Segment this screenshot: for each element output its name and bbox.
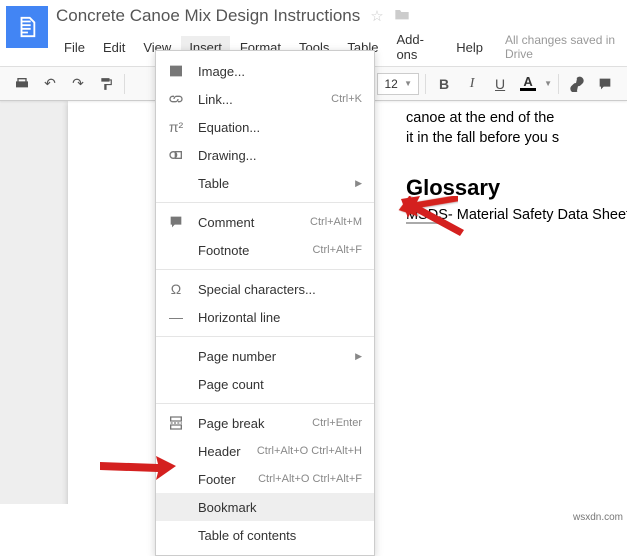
insert-image[interactable]: Image... [156, 57, 374, 85]
toolbar-separator [425, 74, 426, 94]
menu-label: Drawing... [198, 148, 362, 163]
insert-bookmark[interactable]: Bookmark [156, 493, 374, 521]
print-button[interactable] [10, 72, 34, 96]
omega-icon: Ω [166, 279, 186, 299]
paint-format-button[interactable] [94, 72, 118, 96]
glossary-term: MSDS [406, 207, 448, 223]
menu-label: Page number [198, 349, 347, 364]
italic-button[interactable]: I [460, 72, 484, 96]
menu-label: Header [198, 444, 249, 459]
toolbar-separator [124, 74, 125, 94]
menu-label: Equation... [198, 120, 362, 135]
insert-link-button[interactable] [565, 72, 589, 96]
menu-separator [156, 202, 374, 203]
link-icon [166, 89, 186, 109]
menu-label: Table [198, 176, 347, 191]
body-text-fragment: canoe at the end of the it in the fall b… [406, 100, 627, 149]
font-size-value: 12 [384, 77, 398, 91]
menu-shortcut: Ctrl+Alt+O Ctrl+Alt+H [257, 445, 362, 457]
watermark: wsxdn.com [573, 512, 623, 523]
folder-icon[interactable] [394, 7, 410, 25]
save-status: All changes saved in Drive [505, 33, 627, 61]
menu-shortcut: Ctrl+Alt+O Ctrl+Alt+F [258, 473, 362, 485]
menu-label: Table of contents [198, 528, 362, 543]
redo-button[interactable]: ↷ [66, 72, 90, 96]
menu-shortcut: Ctrl+Enter [312, 417, 362, 429]
insert-comment-button[interactable] [593, 72, 617, 96]
insert-page-break[interactable]: Page break Ctrl+Enter [156, 409, 374, 437]
insert-drawing[interactable]: Drawing... [156, 141, 374, 169]
horizontal-line-icon: — [166, 307, 186, 327]
glossary-definition: - Material Safety Data Sheets [448, 207, 627, 223]
menu-shortcut: Ctrl+Alt+M [310, 216, 362, 228]
glossary-entry: MSDS- Material Safety Data Sheets [406, 205, 627, 225]
insert-page-number[interactable]: Page number ▶ [156, 342, 374, 370]
insert-toc[interactable]: Table of contents [156, 521, 374, 549]
menu-label: Special characters... [198, 282, 362, 297]
undo-button[interactable]: ↶ [38, 72, 62, 96]
insert-equation[interactable]: π² Equation... [156, 113, 374, 141]
menu-separator [156, 269, 374, 270]
menu-label: Image... [198, 64, 362, 79]
menu-label: Bookmark [198, 500, 362, 515]
insert-special-chars[interactable]: Ω Special characters... [156, 275, 374, 303]
chevron-down-icon: ▼ [404, 79, 412, 88]
menu-label: Page count [198, 377, 362, 392]
menu-shortcut: Ctrl+K [331, 93, 362, 105]
text-line: canoe at the end of the [406, 108, 627, 128]
menu-edit[interactable]: Edit [95, 36, 133, 59]
menu-help[interactable]: Help [448, 36, 491, 59]
menu-shortcut: Ctrl+Alt+F [312, 244, 362, 256]
chevron-down-icon[interactable]: ▼ [544, 79, 552, 88]
image-icon [166, 61, 186, 81]
insert-link[interactable]: Link... Ctrl+K [156, 85, 374, 113]
menu-label: Comment [198, 215, 302, 230]
insert-horizontal-line[interactable]: — Horizontal line [156, 303, 374, 331]
drawing-icon [166, 145, 186, 165]
menu-label: Footnote [198, 243, 304, 258]
toolbar-separator [558, 74, 559, 94]
document-title[interactable]: Concrete Canoe Mix Design Instructions [56, 6, 360, 26]
text-color-button[interactable]: A [516, 76, 540, 91]
submenu-arrow-icon: ▶ [355, 178, 362, 189]
insert-page-count[interactable]: Page count [156, 370, 374, 398]
menu-label: Link... [198, 92, 323, 107]
comment-icon [166, 212, 186, 232]
insert-menu-dropdown: Image... Link... Ctrl+K π² Equation... D… [155, 50, 375, 556]
menu-file[interactable]: File [56, 36, 93, 59]
font-size-selector[interactable]: 12 ▼ [377, 73, 419, 95]
underline-button[interactable]: U [488, 72, 512, 96]
menu-separator [156, 403, 374, 404]
insert-footnote[interactable]: Footnote Ctrl+Alt+F [156, 236, 374, 264]
menu-label: Page break [198, 416, 304, 431]
page-break-icon [166, 413, 186, 433]
bold-button[interactable]: B [432, 72, 456, 96]
insert-footer[interactable]: Footer Ctrl+Alt+O Ctrl+Alt+F [156, 465, 374, 493]
insert-header[interactable]: Header Ctrl+Alt+O Ctrl+Alt+H [156, 437, 374, 465]
docs-logo[interactable] [6, 6, 48, 48]
star-icon[interactable]: ☆ [370, 7, 383, 25]
text-line: it in the fall before you s [406, 128, 627, 148]
menu-separator [156, 336, 374, 337]
insert-comment[interactable]: Comment Ctrl+Alt+M [156, 208, 374, 236]
menu-addons[interactable]: Add-ons [388, 28, 446, 66]
insert-table[interactable]: Table ▶ [156, 169, 374, 197]
glossary-heading: Glossary [406, 173, 627, 204]
submenu-arrow-icon: ▶ [355, 351, 362, 362]
menu-label: Footer [198, 472, 250, 487]
equation-icon: π² [166, 117, 186, 137]
menu-label: Horizontal line [198, 310, 362, 325]
